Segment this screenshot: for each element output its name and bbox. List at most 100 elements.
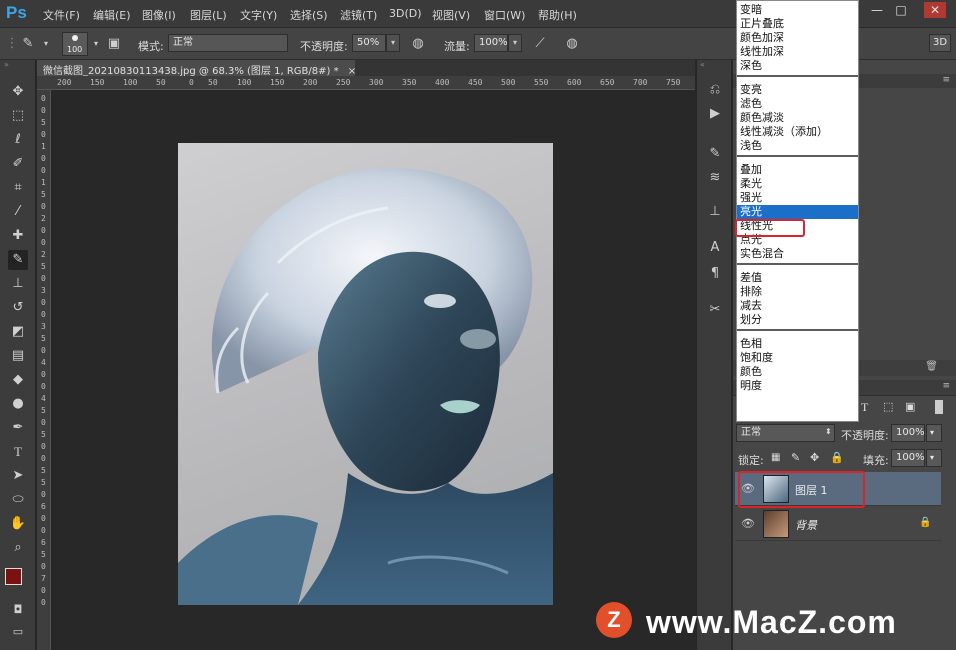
document-image[interactable]: [178, 143, 553, 605]
lasso-icon[interactable]: ℓ: [8, 130, 28, 150]
character-panel-icon[interactable]: A: [705, 238, 725, 258]
gradient-icon[interactable]: ▤: [8, 346, 28, 366]
brush-panel-icon[interactable]: ▣: [106, 36, 122, 52]
blend-option[interactable]: 差值: [737, 271, 858, 285]
hand-icon[interactable]: ✋: [8, 514, 28, 534]
smart-filter-icon[interactable]: ▣: [905, 400, 915, 413]
menu-3d[interactable]: 3D(D): [389, 7, 422, 20]
menu-file[interactable]: 文件(F): [43, 7, 80, 23]
eyedropper-icon[interactable]: ⁄: [8, 202, 28, 222]
pressure-opacity-icon[interactable]: ◍: [410, 36, 426, 52]
layers-menu-icon[interactable]: ≡: [942, 381, 950, 391]
dodge-icon[interactable]: ●: [8, 394, 28, 414]
airbrush-icon[interactable]: ⟋: [532, 36, 548, 52]
flow-input[interactable]: 100%: [474, 34, 508, 52]
lock-all-icon[interactable]: 🔒: [830, 451, 844, 464]
blend-option[interactable]: 滤色: [737, 97, 858, 111]
history-brush-icon[interactable]: ↺: [8, 298, 28, 318]
blend-option[interactable]: 划分: [737, 313, 858, 327]
menu-select[interactable]: 选择(S): [290, 7, 328, 23]
layer-opacity-input[interactable]: 100%: [891, 424, 925, 442]
maximize-button[interactable]: □: [890, 2, 912, 18]
quick-mask-icon[interactable]: ◘: [8, 600, 28, 620]
3d-workspace-button[interactable]: 3D: [929, 34, 951, 52]
layer-row-background[interactable]: 👁 背景 🔒: [735, 507, 941, 541]
lock-pixels-icon[interactable]: ✎: [791, 451, 800, 464]
clone-stamp-icon[interactable]: ⊥: [8, 274, 28, 294]
menu-filter[interactable]: 滤镜(T): [340, 7, 377, 23]
blend-option[interactable]: 正片叠底: [737, 17, 858, 31]
blend-option[interactable]: 颜色加深: [737, 31, 858, 45]
fill-dropdown-icon[interactable]: ▾: [926, 449, 942, 467]
panel-menu-icon[interactable]: ≡: [942, 75, 950, 85]
close-button[interactable]: ✕: [924, 2, 946, 18]
blend-option[interactable]: 变暗: [737, 3, 858, 17]
zoom-icon[interactable]: ⌕: [8, 538, 28, 558]
layer-blend-mode-select[interactable]: 正常: [736, 424, 835, 442]
mode-select[interactable]: 正常: [168, 34, 288, 52]
pressure-size-icon[interactable]: ◍: [564, 36, 580, 52]
move-icon[interactable]: ✥: [8, 82, 28, 102]
lock-transparent-icon[interactable]: ▦: [771, 452, 780, 463]
foreground-color-swatch[interactable]: [5, 568, 22, 585]
screen-mode-icon[interactable]: ▭: [8, 622, 28, 642]
blend-option[interactable]: 色相: [737, 337, 858, 351]
history-panel-icon[interactable]: ⎌: [705, 80, 725, 100]
lock-position-icon[interactable]: ✥: [810, 451, 819, 464]
flow-dropdown-icon[interactable]: ▾: [508, 34, 522, 52]
paragraph-panel-icon[interactable]: ¶: [705, 264, 725, 284]
brush-panel-icon[interactable]: ✎: [705, 144, 725, 164]
type-filter-icon[interactable]: T: [861, 400, 868, 415]
visibility-eye-icon[interactable]: 👁: [741, 517, 755, 530]
layer-name[interactable]: 背景: [795, 517, 817, 533]
healing-brush-icon[interactable]: ✚: [8, 226, 28, 246]
opacity-dropdown-icon[interactable]: ▾: [386, 34, 400, 52]
actions-panel-icon[interactable]: ▶: [705, 104, 725, 124]
blend-mode-dropdown[interactable]: 变暗 正片叠底 颜色加深 线性加深 深色 变亮 滤色 颜色减淡 线性减淡（添加）…: [736, 0, 859, 422]
layer-opacity-dropdown-icon[interactable]: ▾: [926, 424, 942, 442]
blur-icon[interactable]: ◆: [8, 370, 28, 390]
opacity-input[interactable]: 50%: [352, 34, 386, 52]
blend-option-selected[interactable]: 亮光: [737, 205, 858, 219]
blend-option[interactable]: 柔光: [737, 177, 858, 191]
brush-size-dropdown-icon[interactable]: ▾: [88, 36, 104, 52]
blend-option[interactable]: 减去: [737, 299, 858, 313]
ellipse-icon[interactable]: ⬭: [8, 490, 28, 510]
blend-dropdown-icon[interactable]: ⬍: [825, 427, 832, 436]
brush-presets-icon[interactable]: ≋: [705, 168, 725, 188]
marquee-icon[interactable]: ⬚: [8, 106, 28, 126]
document-tab[interactable]: 微信截图_20210830113438.jpg @ 68.3% (图层 1, R…: [37, 60, 356, 77]
delete-icon[interactable]: 🗑: [925, 361, 938, 372]
blend-option[interactable]: 浅色: [737, 139, 858, 153]
blend-option[interactable]: 强光: [737, 191, 858, 205]
blend-option[interactable]: 叠加: [737, 163, 858, 177]
quick-select-icon[interactable]: ✐: [8, 154, 28, 174]
pen-icon[interactable]: ✒: [8, 418, 28, 438]
path-select-icon[interactable]: ➤: [8, 466, 28, 486]
blend-option[interactable]: 饱和度: [737, 351, 858, 365]
blend-option[interactable]: 线性减淡（添加）: [737, 125, 858, 139]
blend-option[interactable]: 排除: [737, 285, 858, 299]
blend-option[interactable]: 线性加深: [737, 45, 858, 59]
blend-option[interactable]: 颜色: [737, 365, 858, 379]
blend-option[interactable]: 颜色减淡: [737, 111, 858, 125]
shape-filter-icon[interactable]: ⬚: [883, 400, 893, 413]
blend-option[interactable]: 实色混合: [737, 247, 858, 261]
clone-source-icon[interactable]: ⊥: [705, 202, 725, 222]
tool-presets-icon[interactable]: ✂: [705, 300, 725, 320]
menu-image[interactable]: 图像(I): [142, 7, 176, 23]
eraser-icon[interactable]: ◩: [8, 322, 28, 342]
filter-toggle[interactable]: [935, 400, 943, 414]
minimize-button[interactable]: —: [866, 2, 888, 18]
fill-input[interactable]: 100%: [891, 449, 925, 467]
preset-dropdown-icon[interactable]: ▾: [38, 36, 54, 52]
menu-edit[interactable]: 编辑(E): [93, 7, 131, 23]
strip-collapse-icon[interactable]: «: [700, 60, 705, 69]
menu-layer[interactable]: 图层(L): [190, 7, 227, 23]
blend-option[interactable]: 深色: [737, 59, 858, 73]
toolbox-collapse-icon[interactable]: »: [4, 60, 9, 69]
brush-preset-icon[interactable]: ✎: [20, 36, 36, 52]
menu-help[interactable]: 帮助(H): [538, 7, 577, 23]
brush-icon[interactable]: ✎: [8, 250, 28, 270]
brush-size-picker[interactable]: 100: [62, 32, 88, 56]
